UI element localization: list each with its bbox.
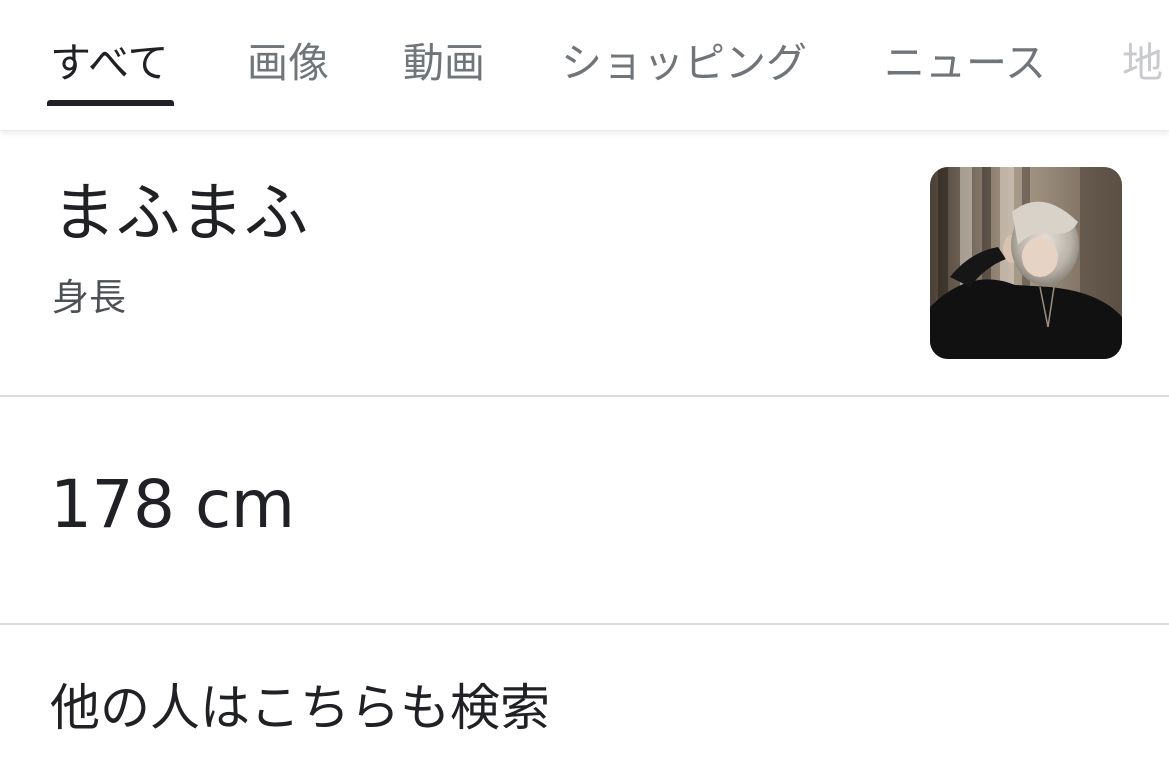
tab-news[interactable]: ニュース: [884, 38, 1046, 88]
tab-videos[interactable]: 動画: [403, 38, 485, 88]
search-results-page: すべて 画像 動画 ショッピング ニュース 地 まふまふ 身長 178 cm 他…: [0, 0, 1169, 773]
entity-photo: [930, 167, 1122, 359]
entity-subtitle: 身長: [52, 276, 126, 319]
search-tab-bar: すべて 画像 動画 ショッピング ニュース 地: [0, 0, 1169, 131]
section-divider: [0, 623, 1169, 625]
tab-images[interactable]: 画像: [247, 38, 329, 88]
tab-all[interactable]: すべて: [50, 38, 169, 88]
height-answer: 178 cm: [50, 466, 295, 543]
section-divider: [0, 395, 1169, 397]
tab-maps[interactable]: 地: [1122, 38, 1163, 88]
entity-thumbnail[interactable]: [930, 167, 1122, 359]
related-searches-heading: 他の人はこちらも検索: [50, 679, 550, 737]
tab-shopping[interactable]: ショッピング: [561, 38, 807, 88]
entity-title: まふまふ: [52, 177, 308, 251]
active-tab-indicator: [47, 100, 174, 106]
